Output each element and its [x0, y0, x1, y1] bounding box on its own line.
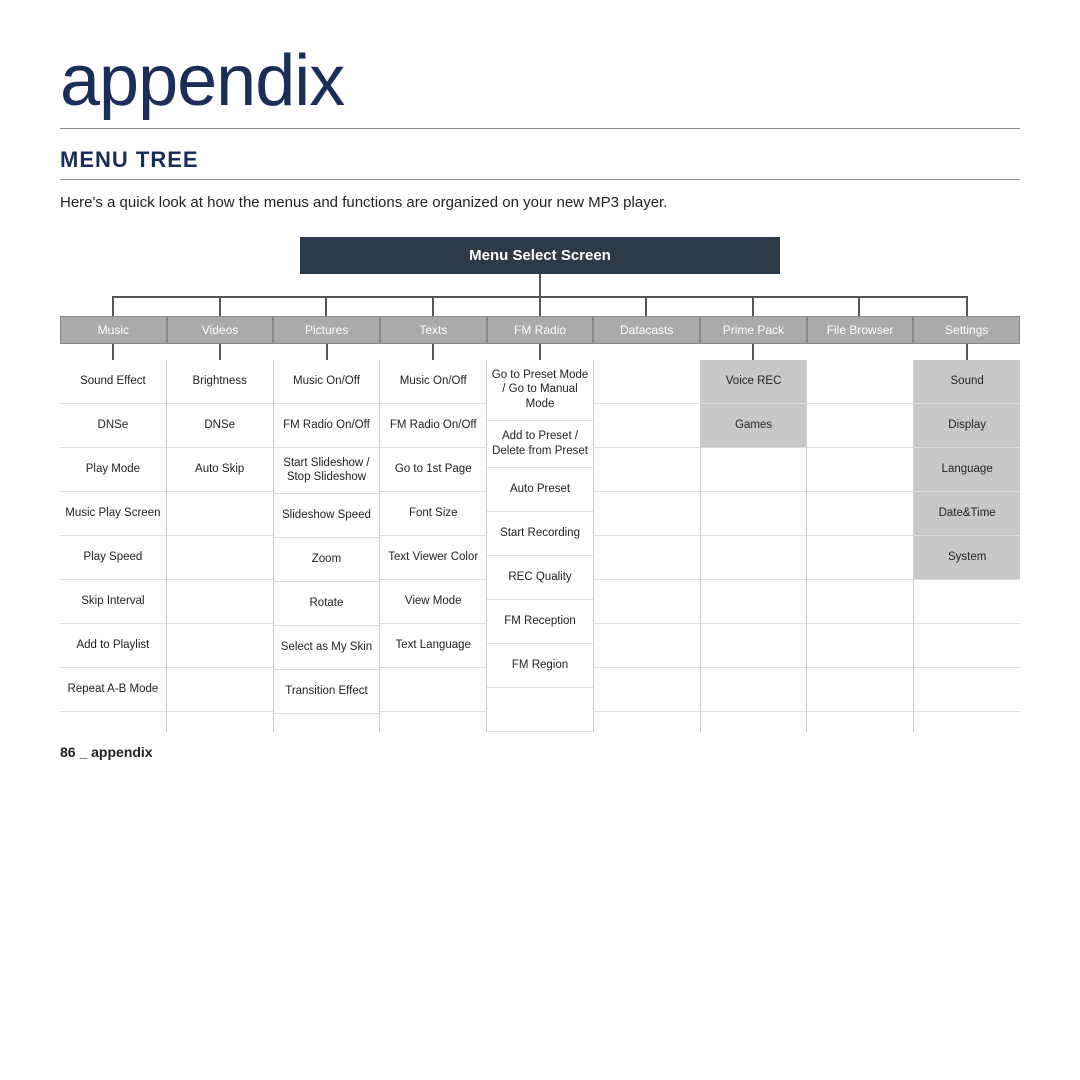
list-item: [701, 580, 807, 624]
list-item: Display: [914, 404, 1020, 448]
list-item: FM Reception: [487, 600, 593, 644]
menu-select-screen: Menu Select Screen: [300, 237, 780, 274]
data-col-pictures: Music On/Off FM Radio On/Off Start Slide…: [274, 360, 381, 733]
list-item: [167, 668, 273, 712]
data-col-texts: Music On/Off FM Radio On/Off Go to 1st P…: [380, 360, 487, 733]
list-item: FM Region: [487, 644, 593, 688]
intro-text: Here's a quick look at how the menus and…: [60, 192, 1020, 215]
list-item: FM Radio On/Off: [274, 404, 380, 448]
list-item: Sound Effect: [60, 360, 166, 404]
list-item: Go to 1st Page: [380, 448, 486, 492]
list-item: [807, 536, 913, 580]
list-item: DNSe: [167, 404, 273, 448]
menu-tree: Menu Select Screen Music Videos Pictures…: [60, 237, 1020, 733]
data-rows: Sound Effect DNSe Play Mode Music Play S…: [60, 360, 1020, 733]
list-item: Music On/Off: [274, 360, 380, 404]
list-item: [807, 404, 913, 448]
list-item: Add to Playlist: [60, 624, 166, 668]
list-item: [807, 448, 913, 492]
col-header-datacasts: Datacasts: [593, 316, 700, 344]
list-item: [594, 492, 700, 536]
list-item: [701, 492, 807, 536]
list-item: [594, 624, 700, 668]
list-item: [914, 580, 1020, 624]
list-item: [914, 624, 1020, 668]
col-header-music: Music: [60, 316, 167, 344]
col-header-videos: Videos: [167, 316, 274, 344]
list-item: Skip Interval: [60, 580, 166, 624]
list-item: [594, 404, 700, 448]
section-title: MENU TREE: [60, 147, 1020, 180]
list-item: [167, 580, 273, 624]
list-item: [594, 360, 700, 404]
list-item: Language: [914, 448, 1020, 492]
list-item: [167, 624, 273, 668]
list-item: [701, 448, 807, 492]
list-item: Brightness: [167, 360, 273, 404]
list-item: [380, 668, 486, 712]
list-item: Go to Preset Mode / Go to Manual Mode: [487, 360, 593, 422]
list-item: Voice REC: [701, 360, 807, 404]
list-item: Auto Preset: [487, 468, 593, 512]
col-header-settings: Settings: [913, 316, 1020, 344]
data-col-settings: Sound Display Language Date&Time System: [914, 360, 1020, 733]
col-header-pictures: Pictures: [273, 316, 380, 344]
list-item: Add to Preset / Delete from Preset: [487, 421, 593, 468]
col-header-file-browser: File Browser: [807, 316, 914, 344]
data-col-music: Sound Effect DNSe Play Mode Music Play S…: [60, 360, 167, 733]
list-item: [807, 624, 913, 668]
list-item: [594, 536, 700, 580]
list-item: [807, 580, 913, 624]
list-item: View Mode: [380, 580, 486, 624]
data-col-fm-radio: Go to Preset Mode / Go to Manual Mode Ad…: [487, 360, 594, 733]
page-footer: 86 _ appendix: [60, 744, 1020, 760]
list-item: Date&Time: [914, 492, 1020, 536]
list-item: Play Mode: [60, 448, 166, 492]
list-item: [914, 668, 1020, 712]
list-item: Rotate: [274, 582, 380, 626]
list-item: Games: [701, 404, 807, 448]
list-item: Text Language: [380, 624, 486, 668]
list-item: Music On/Off: [380, 360, 486, 404]
list-item: [594, 668, 700, 712]
list-item: Play Speed: [60, 536, 166, 580]
list-item: REC Quality: [487, 556, 593, 600]
list-item: [807, 492, 913, 536]
column-headers-row: Music Videos Pictures Texts FM Radio Dat…: [60, 316, 1020, 344]
list-item: [807, 360, 913, 404]
list-item: [487, 688, 593, 732]
list-item: Repeat A-B Mode: [60, 668, 166, 712]
list-item: Slideshow Speed: [274, 494, 380, 538]
col-connectors: [60, 344, 1020, 360]
col-header-texts: Texts: [380, 316, 487, 344]
list-item: Sound: [914, 360, 1020, 404]
list-item: Select as My Skin: [274, 626, 380, 670]
list-item: Start Recording: [487, 512, 593, 556]
list-item: Zoom: [274, 538, 380, 582]
list-item: Music Play Screen: [60, 492, 166, 536]
list-item: [807, 668, 913, 712]
page-title: appendix: [60, 40, 1020, 129]
list-item: [594, 580, 700, 624]
data-col-videos: Brightness DNSe Auto Skip: [167, 360, 274, 733]
list-item: [167, 492, 273, 536]
list-item: Text Viewer Color: [380, 536, 486, 580]
list-item: FM Radio On/Off: [380, 404, 486, 448]
list-item: [701, 536, 807, 580]
list-item: DNSe: [60, 404, 166, 448]
col-header-fm-radio: FM Radio: [487, 316, 594, 344]
list-item: [167, 536, 273, 580]
list-item: Transition Effect: [274, 670, 380, 714]
list-item: System: [914, 536, 1020, 580]
list-item: [594, 448, 700, 492]
list-item: Font Size: [380, 492, 486, 536]
list-item: Auto Skip: [167, 448, 273, 492]
data-col-file-browser: [807, 360, 914, 733]
list-item: Start Slideshow / Stop Slideshow: [274, 448, 380, 495]
data-col-datacasts: [594, 360, 701, 733]
list-item: [701, 624, 807, 668]
data-col-prime-pack: Voice REC Games: [701, 360, 808, 733]
list-item: [701, 668, 807, 712]
col-header-prime-pack: Prime Pack: [700, 316, 807, 344]
